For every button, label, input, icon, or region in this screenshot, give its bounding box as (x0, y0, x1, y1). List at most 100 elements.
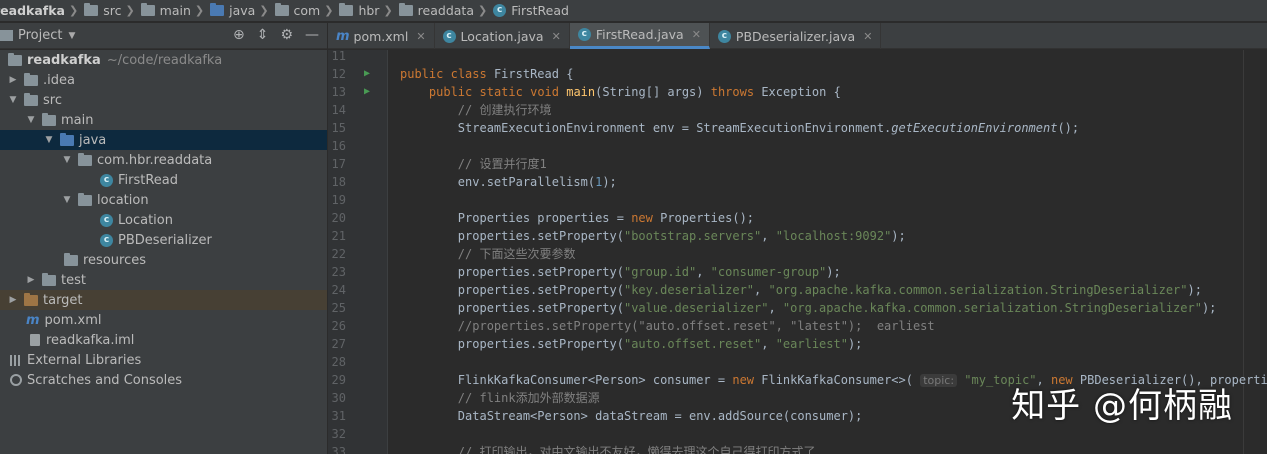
source-folder-icon (210, 3, 225, 16)
code-line[interactable]: 13 ▶ public static void main(String[] arg… (328, 83, 1267, 101)
code-line[interactable]: 18 env.setParallelism(1); (328, 173, 1267, 191)
tab-location-java[interactable]: c Location.java ✕ (435, 23, 570, 49)
collapse-all-icon[interactable]: ⇕ (257, 27, 269, 43)
code-line[interactable]: 21 properties.setProperty("bootstrap.ser… (328, 227, 1267, 245)
breadcrumb-item-src[interactable]: src ❯ (84, 3, 140, 18)
tab-firstread-java[interactable]: c FirstRead.java ✕ (569, 23, 710, 49)
hide-panel-icon[interactable]: — (305, 27, 319, 43)
chevron-right-icon[interactable]: ▶ (6, 295, 20, 305)
gear-icon[interactable]: ⚙ (280, 27, 293, 43)
folder-icon (24, 72, 38, 86)
code-text: // 打印输出，对中文输出不友好，懒得去理这个自己得打印方式了 (457, 445, 816, 454)
tree-item-pbdeserializer[interactable]: c PBDeserializer (0, 230, 327, 250)
line-number: 17 (331, 157, 346, 171)
module-icon (8, 52, 22, 66)
close-icon[interactable]: ✕ (692, 28, 701, 41)
code-line[interactable]: 11 (328, 50, 1267, 65)
breadcrumb-item-firstread[interactable]: c FirstRead (493, 3, 569, 18)
code-line[interactable]: 20 Properties properties = new Propertie… (328, 209, 1267, 227)
code-line[interactable]: 23 properties.setProperty("group.id", "c… (328, 263, 1267, 281)
project-panel-tools: ⊕ ⇕ ⚙ — (233, 27, 319, 43)
tree-item-java[interactable]: ▼ java (0, 130, 327, 150)
breadcrumb-item-main[interactable]: main ❯ (140, 3, 210, 18)
project-icon (0, 30, 13, 41)
chevron-right-icon[interactable]: ▶ (6, 75, 20, 85)
class-icon: c (100, 233, 113, 247)
line-number: 15 (331, 121, 346, 135)
run-gutter-icon[interactable]: ▶ (364, 83, 370, 101)
class-icon: c (577, 28, 591, 41)
resources-folder-icon (64, 252, 78, 266)
breadcrumb-item-readdata[interactable]: readdata ❯ (398, 3, 494, 18)
chevron-down-icon: ▼ (68, 30, 76, 41)
chevron-down-icon[interactable]: ▼ (60, 155, 74, 165)
package-icon (78, 152, 92, 166)
tree-item-location[interactable]: c Location (0, 210, 327, 230)
close-icon[interactable]: ✕ (552, 30, 561, 43)
code-text: public static void main(String[] args) t… (428, 85, 841, 99)
code-text: properties.setProperty("bootstrap.server… (400, 229, 906, 243)
line-number: 11 (331, 50, 346, 63)
code-line[interactable]: 14 // 创建执行环境 (328, 101, 1267, 119)
locate-target-icon[interactable]: ⊕ (233, 27, 245, 43)
run-gutter-icon[interactable]: ▶ (364, 65, 370, 83)
excluded-folder-icon (24, 292, 38, 306)
project-view-selector[interactable]: Project ▼ (0, 28, 75, 43)
line-number: 30 (331, 391, 346, 405)
code-line[interactable]: 17 // 设置并行度1 (328, 155, 1267, 173)
code-line[interactable]: 32 (328, 425, 1267, 443)
tab-pom-xml[interactable]: m pom.xml ✕ (328, 23, 435, 49)
tree-item-main[interactable]: ▼ main (0, 110, 327, 130)
breadcrumb-item-com[interactable]: com ❯ (274, 3, 340, 18)
chevron-down-icon[interactable]: ▼ (6, 95, 20, 105)
tree-item-target[interactable]: ▶ target (0, 290, 327, 310)
code-line[interactable]: 19 (328, 191, 1267, 209)
tree-item-readkafka[interactable]: readkafka ~/code/readkafka (0, 50, 327, 70)
tree-item-test[interactable]: ▶ test (0, 270, 327, 290)
close-icon[interactable]: ✕ (416, 30, 425, 43)
tree-item-resources[interactable]: resources (0, 250, 327, 270)
code-line[interactable]: 24 properties.setProperty("key.deseriali… (328, 281, 1267, 299)
chevron-down-icon[interactable]: ▼ (24, 115, 38, 125)
project-tree: readkafka ~/code/readkafka ▶ .idea ▼ src… (0, 50, 327, 454)
code-line[interactable]: 28 (328, 353, 1267, 371)
breadcrumb-item-hbr[interactable]: hbr ❯ (339, 3, 398, 18)
line-number: 24 (331, 283, 346, 297)
class-icon: c (493, 4, 507, 17)
code-text: StreamExecutionEnvironment env = StreamE… (400, 121, 1080, 135)
breadcrumb-item-java[interactable]: java ❯ (210, 3, 274, 18)
tree-item-pom-xml[interactable]: m pom.xml (0, 310, 327, 330)
tree-item-location-package[interactable]: ▼ location (0, 190, 327, 210)
code-line[interactable]: 26 //properties.setProperty("auto.offset… (328, 317, 1267, 335)
class-icon: c (442, 29, 456, 43)
code-line[interactable]: 27 properties.setProperty("auto.offset.r… (328, 335, 1267, 353)
code-line[interactable]: 12 ▶ public class FirstRead { (328, 65, 1267, 83)
tree-item-com-hbr-readdata[interactable]: ▼ com.hbr.readdata (0, 150, 327, 170)
tree-item-idea[interactable]: ▶ .idea (0, 70, 327, 90)
tree-item-readkafka-iml[interactable]: readkafka.iml (0, 330, 327, 350)
code-text: DataStream<Person> dataStream = env.addS… (400, 409, 863, 423)
tree-item-scratches[interactable]: Scratches and Consoles (0, 370, 327, 390)
breadcrumb-item-project[interactable]: readkafka ❯ (0, 3, 84, 18)
chevron-down-icon[interactable]: ▼ (42, 135, 56, 145)
tab-pbdeserializer-java[interactable]: c PBDeserializer.java ✕ (710, 23, 882, 49)
code-line[interactable]: 33 // 打印输出，对中文输出不友好，懒得去理这个自己得打印方式了 (328, 443, 1267, 454)
tree-item-firstread[interactable]: c FirstRead (0, 170, 327, 190)
code-line[interactable]: 16 (328, 137, 1267, 155)
code-line[interactable]: 25 properties.setProperty("value.deseria… (328, 299, 1267, 317)
tree-item-external-libraries[interactable]: External Libraries (0, 350, 327, 370)
line-number: 20 (331, 211, 346, 225)
code-line[interactable]: 15 StreamExecutionEnvironment env = Stre… (328, 119, 1267, 137)
chevron-down-icon[interactable]: ▼ (60, 195, 74, 205)
code-line[interactable]: 22 // 下面这些次要参数 (328, 245, 1267, 263)
package-icon (274, 3, 289, 16)
source-folder-icon (60, 132, 74, 146)
chevron-right-icon[interactable]: ▶ (24, 275, 38, 285)
maven-icon: m (26, 312, 40, 328)
package-icon (339, 3, 354, 16)
tree-item-src[interactable]: ▼ src (0, 90, 327, 110)
line-number: 33 (331, 445, 346, 454)
line-number: 29 (331, 373, 346, 387)
line-number: 16 (331, 139, 346, 153)
close-icon[interactable]: ✕ (863, 30, 872, 43)
